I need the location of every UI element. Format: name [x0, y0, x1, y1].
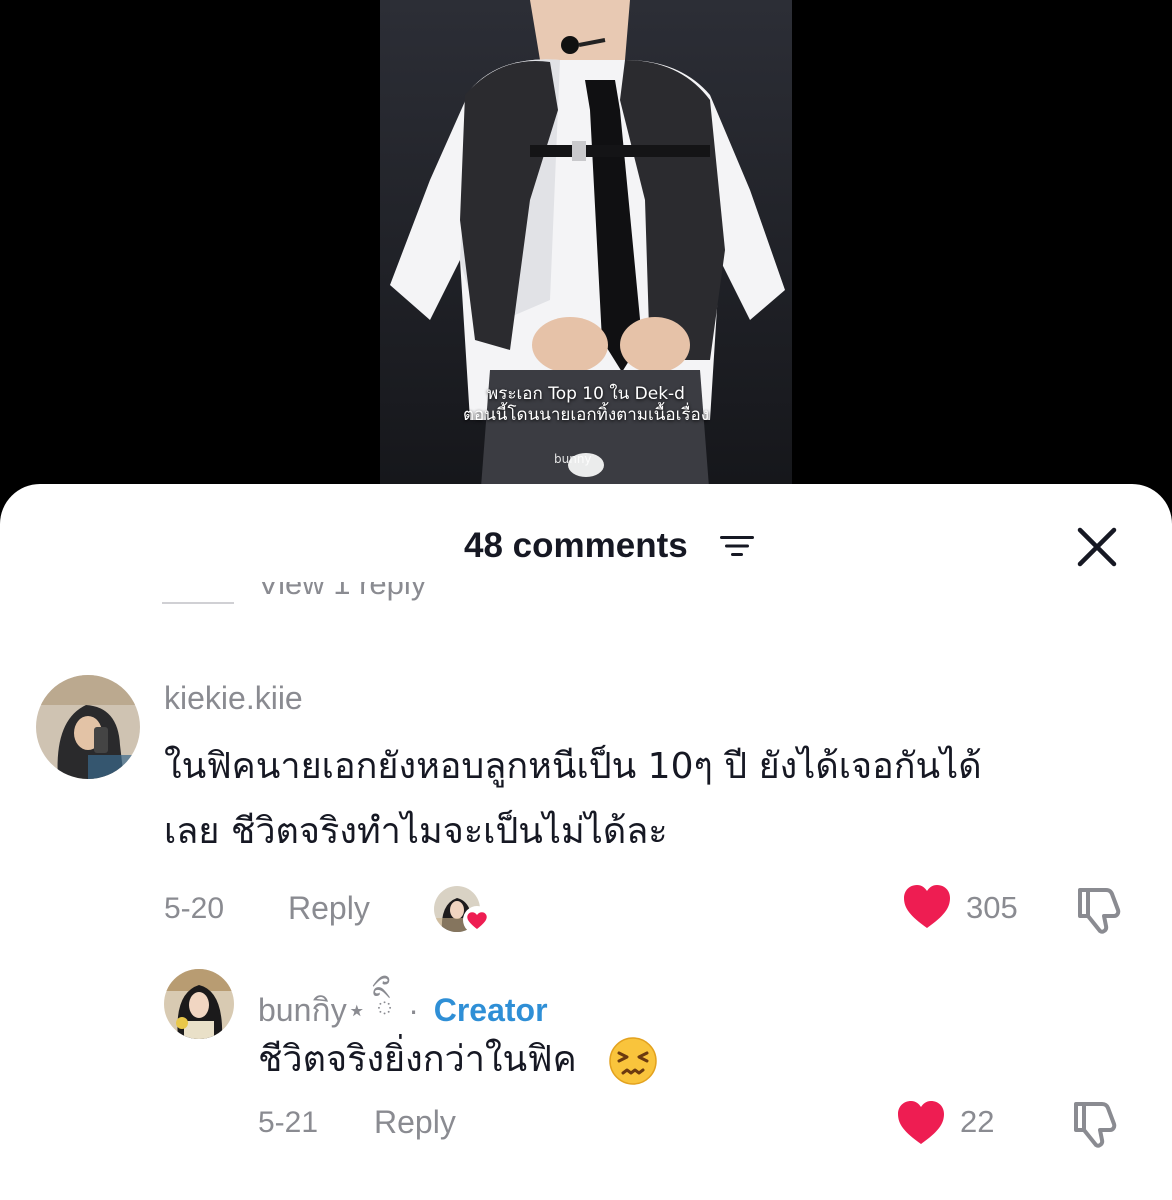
view-replies-label: View 1 reply [258, 582, 427, 601]
comments-header: 48 comments [0, 484, 1172, 594]
avatar-image [164, 969, 234, 1039]
like-count: 22 [960, 1104, 995, 1139]
like-count: 305 [966, 890, 1018, 925]
reply-text-row: ชีวิตจริงยิ่งกว่าในฟิค [258, 1030, 658, 1089]
heart-badge-icon [463, 906, 491, 934]
view-replies-button[interactable]: View 1 reply [162, 582, 562, 622]
video-watermark: bunny [554, 452, 592, 466]
sort-icon[interactable] [718, 532, 756, 560]
reply-divider-line [162, 602, 234, 604]
reply-username[interactable]: bunกิy⋆ ིྀ [258, 992, 393, 1028]
comments-sheet: 48 comments View 1 reply kiekie.kiie ในฟ… [0, 484, 1172, 1200]
reply-button[interactable]: Reply [288, 890, 370, 927]
video-frame[interactable]: พระเอก Top 10 ใน Dek-d ตอนนี้โดนนายเอกทิ… [380, 0, 792, 500]
reply-text: ชีวิตจริงยิ่งกว่าในฟิค [258, 1039, 577, 1080]
avatar-image [36, 675, 140, 779]
comment-text-line-2: เลย ชีวิตจริงทำไมจะเป็นไม่ได้ละ [164, 811, 668, 852]
dislike-icon[interactable] [1070, 1100, 1122, 1148]
comment-text-line-1: ในฟิคนายเอกยังหอบลูกหนีเป็น 10ๆ ปี ยังได… [164, 746, 982, 787]
persevering-face-emoji-icon [609, 1037, 657, 1085]
video-subtitle-line-2: ตอนนี้โดนนายเอกทิ้งตามเนื้อเรื่อง [462, 405, 710, 425]
video-subtitle-line-1: พระเอก Top 10 ใน Dek-d [487, 384, 685, 404]
video-player[interactable]: พระเอก Top 10 ใน Dek-d ตอนนี้โดนนายเอกทิ… [0, 0, 1172, 500]
dislike-icon[interactable] [1074, 886, 1126, 934]
heart-icon[interactable] [896, 1100, 946, 1146]
avatar[interactable] [164, 969, 234, 1039]
close-icon[interactable] [1074, 524, 1120, 570]
comment-username[interactable]: kiekie.kiie [164, 680, 303, 717]
username-separator: · [408, 992, 419, 1028]
avatar[interactable] [36, 675, 140, 779]
reply-button[interactable]: Reply [374, 1104, 456, 1141]
reply-date: 5-21 [258, 1106, 319, 1139]
comment-date: 5-20 [164, 892, 225, 925]
comment-count-title: 48 comments [464, 526, 688, 565]
creator-liked-badge [434, 884, 492, 936]
heart-icon[interactable] [902, 884, 952, 930]
creator-badge: Creator [433, 992, 548, 1028]
